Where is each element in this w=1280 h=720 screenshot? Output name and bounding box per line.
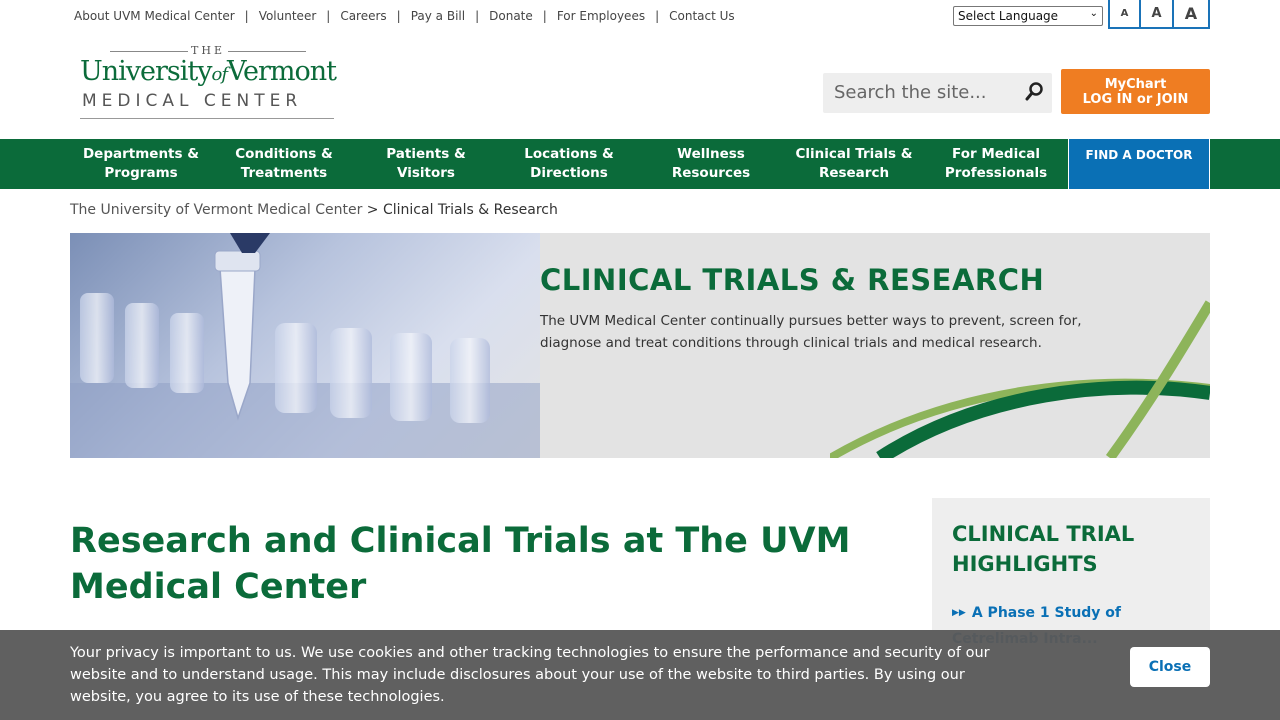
util-link-employees[interactable]: For Employees — [557, 9, 645, 23]
hero-lab-image — [70, 233, 540, 458]
logo-of: of — [211, 64, 228, 85]
breadcrumb: The University of Vermont Medical Center… — [70, 202, 558, 218]
search-icon[interactable] — [1024, 81, 1044, 103]
nav-item-medical-professionals[interactable]: For Medical Professionals — [936, 139, 1056, 189]
utility-bar: About UVM Medical Center | Volunteer | C… — [0, 0, 1280, 34]
language-select[interactable]: Select Language ⌄ — [953, 6, 1103, 26]
logo-vermont: Vermont — [227, 56, 337, 87]
search-input[interactable]: Search the site... — [834, 82, 987, 103]
util-link-volunteer[interactable]: Volunteer — [259, 9, 317, 23]
cookie-banner: Your privacy is important to us. We use … — [0, 630, 1280, 720]
hero-banner: CLINICAL TRIALS & RESEARCH The UVM Medic… — [70, 233, 1210, 458]
separator: | — [655, 9, 660, 23]
util-link-careers[interactable]: Careers — [340, 9, 386, 23]
nav-item-clinical-trials[interactable]: Clinical Trials & Research — [783, 139, 925, 189]
double-chevron-right-icon: ▶▶ — [952, 608, 966, 618]
cookie-close-button[interactable]: Close — [1130, 647, 1210, 687]
logo-medical-center: MEDICAL CENTER — [82, 91, 303, 111]
util-link-about[interactable]: About UVM Medical Center — [74, 9, 235, 23]
cookie-text: Your privacy is important to us. We use … — [70, 645, 990, 705]
util-link-contact[interactable]: Contact Us — [669, 9, 735, 23]
breadcrumb-home-link[interactable]: The University of Vermont Medical Center — [70, 202, 362, 218]
separator: | — [542, 9, 547, 23]
logo-rule — [80, 118, 334, 119]
breadcrumb-current: Clinical Trials & Research — [382, 202, 558, 218]
util-link-donate[interactable]: Donate — [489, 9, 533, 23]
lab-tubes-illustration — [70, 233, 540, 458]
logo-wordmark: UniversityofVermont — [80, 56, 337, 87]
uvm-medical-center-logo[interactable]: THE UniversityofVermont MEDICAL CENTER — [80, 44, 337, 124]
font-size-large-button[interactable]: A — [1174, 0, 1210, 29]
nav-item-departments[interactable]: Departments & Programs — [70, 139, 212, 189]
utility-links: About UVM Medical Center | Volunteer | C… — [74, 9, 735, 23]
font-size-small-button[interactable]: A — [1108, 0, 1141, 29]
nav-item-wellness[interactable]: Wellness Resources — [660, 139, 762, 189]
separator: | — [396, 9, 401, 23]
separator: | — [326, 9, 331, 23]
language-select-value: Select Language — [958, 9, 1059, 23]
find-a-doctor-button[interactable]: FIND A DOCTOR — [1068, 139, 1210, 189]
mychart-label: MyChart — [1104, 77, 1167, 92]
nav-item-conditions[interactable]: Conditions & Treatments — [213, 139, 355, 189]
nav-item-patients[interactable]: Patients & Visitors — [370, 139, 482, 189]
separator: | — [244, 9, 249, 23]
logo-university: University — [80, 56, 213, 87]
site-search[interactable]: Search the site... — [823, 73, 1052, 113]
mychart-sublabel: LOG IN or JOIN — [1082, 92, 1189, 107]
chevron-down-icon: ⌄ — [1089, 8, 1098, 19]
nav-item-locations[interactable]: Locations & Directions — [508, 139, 630, 189]
page-heading: Research and Clinical Trials at The UVM … — [70, 521, 851, 607]
separator: | — [475, 9, 480, 23]
mychart-login-button[interactable]: MyChart LOG IN or JOIN — [1061, 69, 1210, 114]
font-size-medium-button[interactable]: A — [1141, 0, 1174, 29]
sidebar-title: CLINICAL TRIAL HIGHLIGHTS — [952, 522, 1135, 576]
util-link-pay-bill[interactable]: Pay a Bill — [411, 9, 465, 23]
breadcrumb-separator: > — [366, 202, 379, 218]
green-swoosh-graphic — [830, 300, 1210, 458]
hero-title: CLINICAL TRIALS & RESEARCH — [540, 263, 1045, 297]
